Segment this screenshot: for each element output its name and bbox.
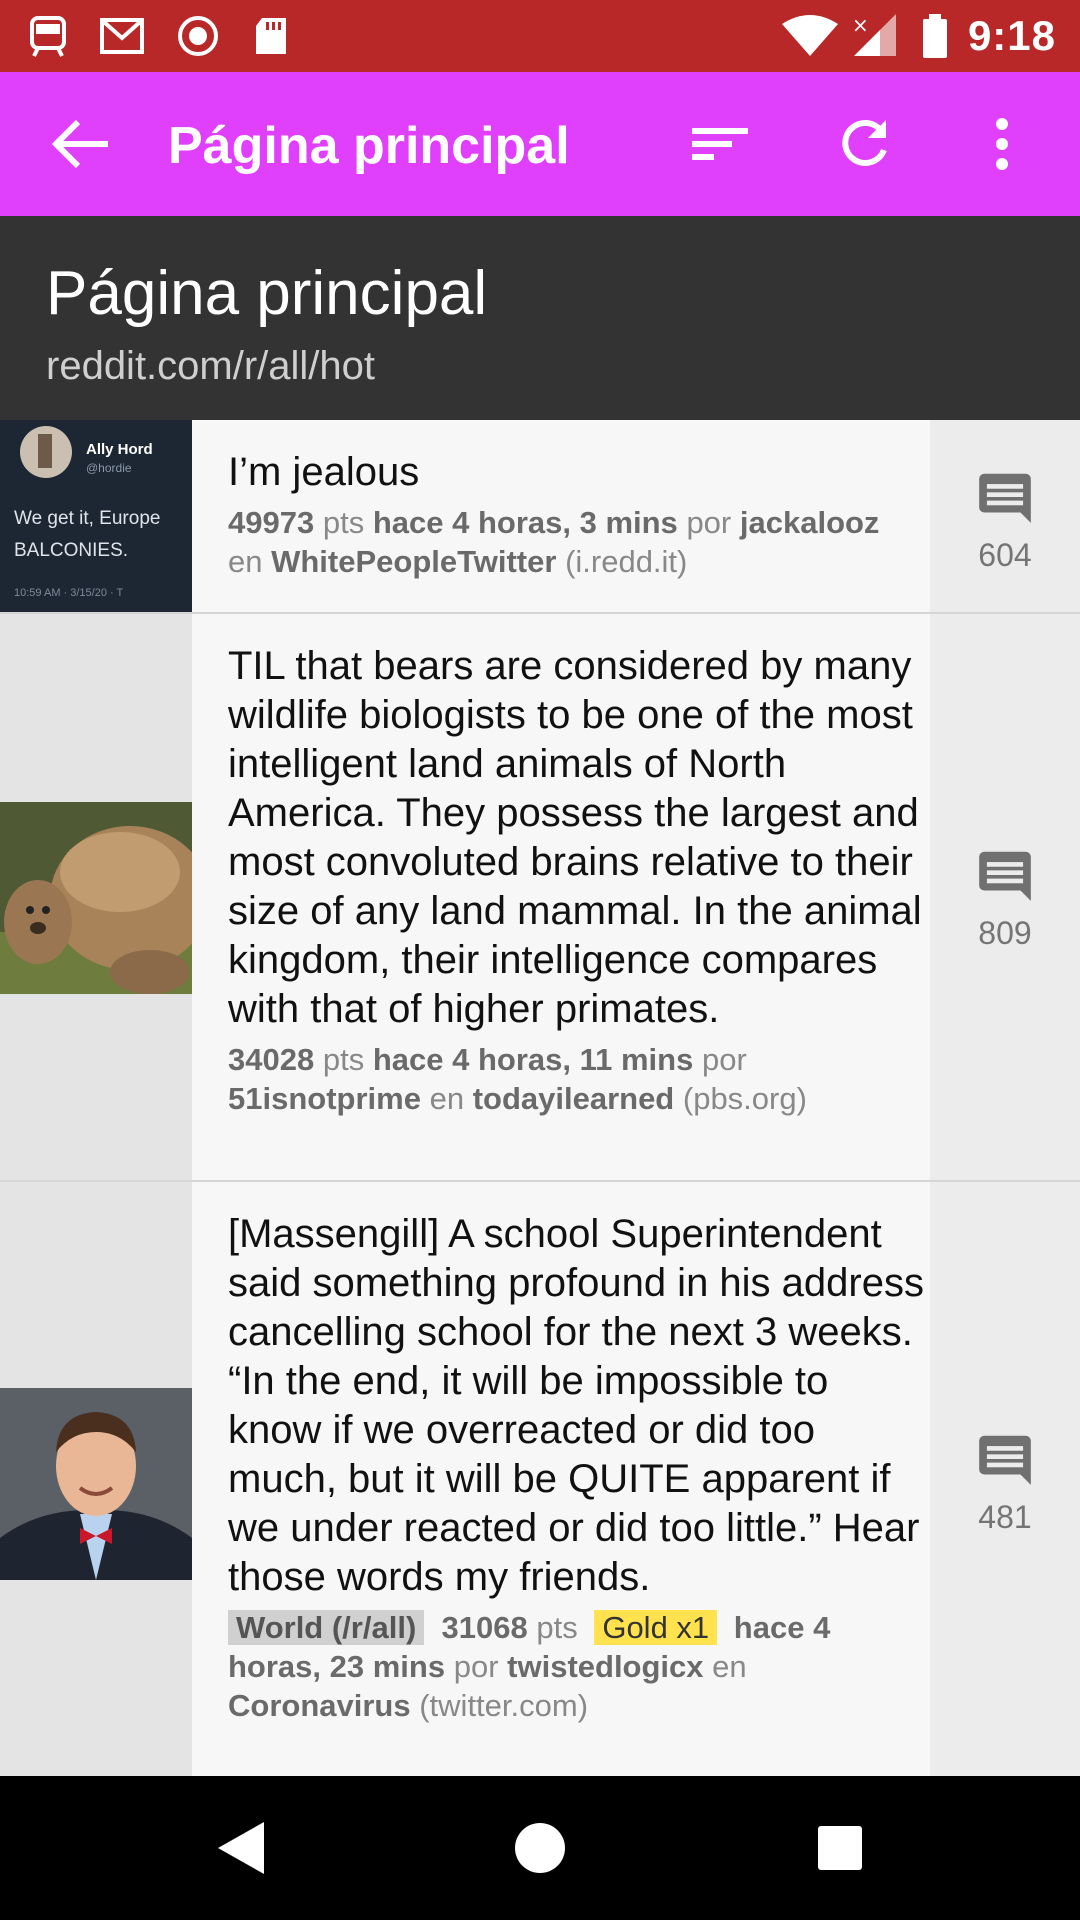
gmail-icon: [100, 18, 144, 54]
more-vert-icon: [996, 118, 1008, 170]
post-thumbnail[interactable]: [0, 802, 192, 994]
post-subreddit[interactable]: todayilearned: [473, 1081, 675, 1116]
post-content: I’m jealous 49973 pts hace 4 horas, 3 mi…: [228, 448, 930, 581]
post-subreddit[interactable]: Coronavirus: [228, 1688, 411, 1723]
refresh-button[interactable]: [828, 108, 900, 180]
post-author[interactable]: jackalooz: [740, 505, 880, 540]
battery-icon: [923, 14, 947, 58]
post-item[interactable]: TIL that bears are considered by many wi…: [0, 614, 1080, 1182]
post-meta: World (/r/all) 31068 pts Gold x1 hace 4 …: [228, 1610, 831, 1723]
comments-button[interactable]: 481: [930, 1428, 1080, 1536]
comment-count: 604: [978, 537, 1032, 573]
post-thumbnail[interactable]: Ally Hord @hordie We get it, Europe BALC…: [0, 420, 192, 612]
recents-square-icon[interactable]: [804, 1812, 876, 1884]
signal-icon: ×: [852, 14, 896, 56]
comments-column: 809: [930, 614, 1080, 1180]
train-icon: [30, 16, 66, 57]
comments-column: 481: [930, 1182, 1080, 1776]
app-bar-title: Página principal: [168, 117, 570, 175]
back-arrow-icon[interactable]: [50, 118, 110, 170]
comment-count: 809: [978, 915, 1032, 951]
back-triangle-icon[interactable]: [204, 1812, 276, 1884]
page-title: Página principal: [46, 259, 488, 328]
comments-button[interactable]: 809: [930, 844, 1080, 952]
post-title: TIL that bears are considered by many wi…: [228, 644, 922, 1031]
post-author[interactable]: 51isnotprime: [228, 1081, 421, 1116]
post-subreddit[interactable]: WhitePeopleTwitter: [271, 544, 556, 579]
app-bar: Página principal: [0, 72, 1080, 216]
comments-column: 604: [930, 420, 1080, 612]
post-meta: 34028 pts hace 4 horas, 11 mins por 51isn…: [228, 1042, 807, 1116]
portrait-thumbnail-image: [0, 1388, 192, 1580]
comment-icon: [979, 851, 1031, 901]
navigation-bar: [0, 1776, 1080, 1920]
comments-button[interactable]: 604: [930, 466, 1080, 574]
post-item[interactable]: Ally Hord @hordie We get it, Europe BALC…: [0, 420, 1080, 614]
clock: 9:18: [967, 12, 1056, 59]
page-header: Página principal reddit.com/r/all/hot: [0, 216, 1080, 420]
flair-badge: World (/r/all): [228, 1610, 425, 1645]
post-meta: 49973 pts hace 4 horas, 3 mins por jacka…: [228, 505, 880, 579]
svg-text:We get it, Europe: We get it, Europe: [14, 508, 160, 529]
post-author[interactable]: twistedlogicx: [507, 1649, 703, 1684]
post-thumbnail[interactable]: [0, 1388, 192, 1580]
post-content: TIL that bears are considered by many wi…: [228, 642, 930, 1118]
record-icon: [178, 16, 218, 56]
comment-icon: [979, 473, 1031, 523]
svg-text:BALCONIES.: BALCONIES.: [14, 540, 128, 561]
comment-count: 481: [978, 1499, 1032, 1535]
gold-badge: Gold x1: [594, 1610, 718, 1645]
svg-text:10:59 AM · 3/15/20 · T: 10:59 AM · 3/15/20 · T: [14, 587, 124, 599]
svg-text:Ally Hord: Ally Hord: [86, 441, 153, 458]
comment-icon: [979, 1435, 1031, 1485]
post-title: I’m jealous: [228, 450, 420, 494]
tweet-thumbnail-image: Ally Hord @hordie We get it, Europe BALC…: [0, 420, 192, 612]
status-bar: × 9:18: [0, 0, 1080, 72]
post-title: [Massengill] A school Superintendent sai…: [228, 1212, 924, 1599]
refresh-icon: [842, 120, 887, 166]
post-content: [Massengill] A school Superintendent sai…: [228, 1210, 930, 1725]
svg-text:@hordie: @hordie: [86, 461, 132, 475]
page-url: reddit.com/r/all/hot: [46, 344, 376, 388]
sd-card-icon: [256, 18, 286, 54]
post-item[interactable]: [Massengill] A school Superintendent sai…: [0, 1182, 1080, 1776]
home-circle-icon[interactable]: [504, 1812, 576, 1884]
bears-thumbnail-image: [0, 802, 192, 994]
overflow-menu-button[interactable]: [966, 108, 1038, 180]
sort-button[interactable]: [684, 108, 756, 180]
sort-icon: [692, 128, 748, 160]
svg-text:×: ×: [852, 14, 869, 37]
wifi-icon: [782, 15, 838, 56]
